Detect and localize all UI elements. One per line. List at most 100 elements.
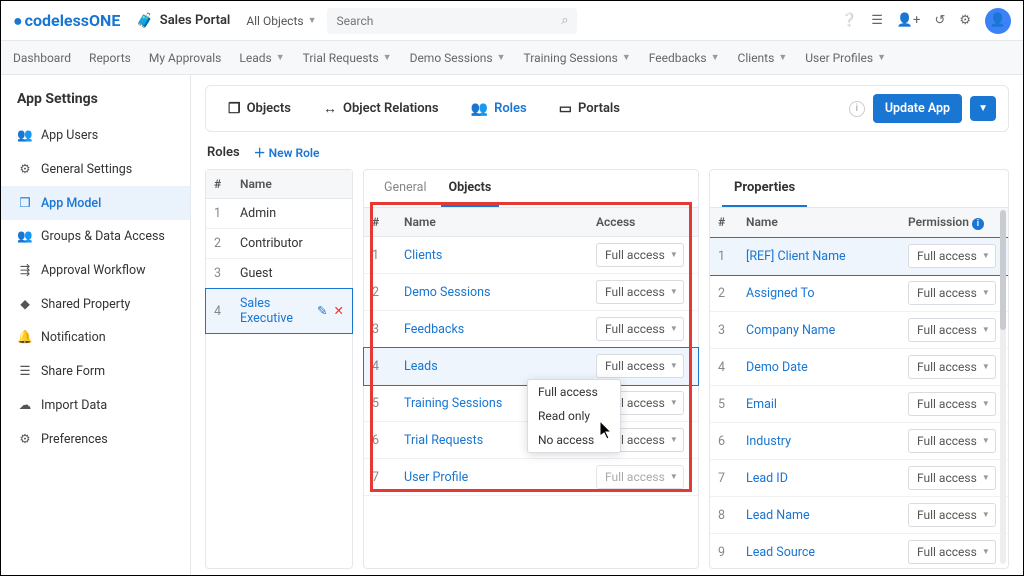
history-icon[interactable]: ↺ [934, 13, 945, 28]
nav-trial-requests[interactable]: Trial Requests▼ [303, 51, 392, 65]
nav-my-approvals[interactable]: My Approvals [149, 51, 222, 65]
portal-name[interactable]: Sales Portal [160, 13, 231, 28]
permission-select[interactable]: Full access▼ [908, 392, 996, 416]
object-name[interactable]: Clients [396, 239, 588, 272]
edit-icon[interactable]: ✎ [317, 303, 327, 319]
nav-dashboard[interactable]: Dashboard [13, 51, 71, 65]
sidebar-item-app-model[interactable]: ❒App Model [1, 186, 190, 220]
role-row[interactable]: 4Sales Executive✎✕ [205, 288, 353, 334]
row-num: 2 [206, 229, 232, 258]
add-user-icon[interactable]: 👤+ [897, 13, 921, 28]
all-objects-dropdown[interactable]: All Objects▼ [246, 14, 316, 28]
property-name[interactable]: Lead Name [738, 500, 900, 531]
object-name[interactable]: User Profile [396, 461, 588, 494]
search-input[interactable] [327, 8, 577, 34]
permission-select[interactable]: Full access▼ [908, 466, 996, 490]
properties-title: Properties [722, 170, 807, 207]
scrollbar-thumb[interactable] [1000, 210, 1006, 330]
property-row[interactable]: 3Company NameFull access▼ [710, 312, 1008, 349]
permission-select[interactable]: Full access▼ [908, 244, 996, 268]
dropdown-option[interactable]: Full access [528, 380, 620, 404]
info-icon[interactable]: i [972, 218, 984, 230]
property-row[interactable]: 1[REF] Client NameFull access▼ [710, 238, 1008, 275]
search-icon[interactable]: ⌕ [561, 13, 568, 28]
role-row[interactable]: 2Contributor [206, 229, 352, 259]
info-icon[interactable]: i [849, 101, 865, 117]
role-row[interactable]: 1Admin [206, 199, 352, 229]
object-name[interactable]: Demo Sessions [396, 276, 588, 309]
sidebar-item-groups-&-data-access[interactable]: 👥Groups & Data Access [1, 220, 190, 253]
property-row[interactable]: 8Lead NameFull access▼ [710, 497, 1008, 534]
access-select[interactable]: Full access▼ [596, 280, 684, 304]
sidebar-item-general-settings[interactable]: ⚙General Settings [1, 152, 190, 186]
nav-training-sessions[interactable]: Training Sessions▼ [524, 51, 631, 65]
sidebar-item-notification[interactable]: 🔔Notification [1, 321, 190, 354]
object-row[interactable]: 1ClientsFull access▼ [364, 237, 698, 274]
sidebar-item-preferences[interactable]: ⚙Preferences [1, 422, 190, 456]
object-row[interactable]: 3FeedbacksFull access▼ [364, 311, 698, 348]
sidebar-item-share-form[interactable]: ☰Share Form [1, 354, 190, 388]
sidebar-item-shared-property[interactable]: ◆Shared Property [1, 287, 190, 321]
tab-roles[interactable]: 👥Roles [461, 96, 537, 121]
dropdown-option[interactable]: Read only [528, 404, 620, 428]
property-name[interactable]: Company Name [738, 315, 900, 346]
new-role-button[interactable]: ＋ New Role [254, 144, 320, 161]
permission-select[interactable]: Full access▼ [908, 503, 996, 527]
access-select[interactable]: Full access▼ [596, 317, 684, 341]
access-select[interactable]: Full access▼ [596, 243, 684, 267]
roles-icon: 👥 [471, 101, 488, 117]
scrollbar[interactable] [1000, 210, 1006, 564]
help-icon[interactable]: ❔ [841, 13, 857, 28]
form-icon: ☰ [17, 363, 33, 379]
nav-leads[interactable]: Leads▼ [239, 51, 284, 65]
access-select[interactable]: Full access▼ [596, 354, 684, 378]
nav-user-profiles[interactable]: User Profiles▼ [805, 51, 886, 65]
permission-select[interactable]: Full access▼ [908, 355, 996, 379]
property-row[interactable]: 9Lead SourceFull access▼ [710, 534, 1008, 569]
object-row[interactable]: 7User ProfileFull access▼ [364, 459, 698, 496]
subtab-objects[interactable]: Objects [441, 170, 500, 207]
property-row[interactable]: 4Demo DateFull access▼ [710, 349, 1008, 386]
update-app-button[interactable]: Update App [873, 94, 962, 123]
nav-clients[interactable]: Clients▼ [738, 51, 788, 65]
user-avatar[interactable]: 👤 [985, 8, 1011, 34]
tab-objects[interactable]: ❒Objects [218, 96, 301, 121]
sidebar-item-app-users[interactable]: 👥App Users [1, 119, 190, 152]
permission-select[interactable]: Full access▼ [908, 281, 996, 305]
property-row[interactable]: 7Lead IDFull access▼ [710, 460, 1008, 497]
property-row[interactable]: 5EmailFull access▼ [710, 386, 1008, 423]
dropdown-option[interactable]: No access [528, 428, 620, 452]
sidebar-item-approval-workflow[interactable]: ⇶Approval Workflow [1, 253, 190, 287]
property-name[interactable]: Industry [738, 426, 900, 457]
gear-icon[interactable]: ⚙ [959, 13, 971, 28]
stack-icon[interactable]: ☰ [871, 13, 883, 28]
nav-feedbacks[interactable]: Feedbacks▼ [649, 51, 720, 65]
object-row[interactable]: 2Demo SessionsFull access▼ [364, 274, 698, 311]
subtab-general[interactable]: General [376, 170, 435, 207]
permission-select[interactable]: Full access▼ [908, 318, 996, 342]
nav-demo-sessions[interactable]: Demo Sessions▼ [410, 51, 506, 65]
delete-icon[interactable]: ✕ [334, 303, 344, 319]
property-row[interactable]: 2Assigned ToFull access▼ [710, 275, 1008, 312]
property-name[interactable]: Email [738, 389, 900, 420]
nav-reports[interactable]: Reports [89, 51, 131, 65]
property-name[interactable]: Lead ID [738, 463, 900, 494]
property-name[interactable]: [REF] Client Name [738, 241, 900, 272]
role-row[interactable]: 3Guest [206, 259, 352, 289]
property-row[interactable]: 6IndustryFull access▼ [710, 423, 1008, 460]
permission-select[interactable]: Full access▼ [908, 429, 996, 453]
brand-logo[interactable]: ●codelessONE [13, 11, 120, 31]
object-name[interactable]: Feedbacks [396, 313, 588, 346]
update-app-caret[interactable]: ▼ [970, 96, 996, 121]
roles-panel: # Name 1Admin2Contributor3Guest4Sales Ex… [205, 169, 353, 569]
object-name[interactable]: Leads [396, 350, 588, 383]
tab-label: Object Relations [343, 101, 439, 116]
property-name[interactable]: Assigned To [738, 278, 900, 309]
tab-object-relations[interactable]: ↔Object Relations [313, 96, 449, 121]
sidebar-item-import-data[interactable]: ☁Import Data [1, 388, 190, 422]
property-name[interactable]: Demo Date [738, 352, 900, 383]
permission-select[interactable]: Full access▼ [908, 540, 996, 564]
access-select[interactable]: Full access▼ [596, 465, 684, 489]
property-name[interactable]: Lead Source [738, 537, 900, 568]
tab-portals[interactable]: ▭Portals [549, 96, 630, 121]
